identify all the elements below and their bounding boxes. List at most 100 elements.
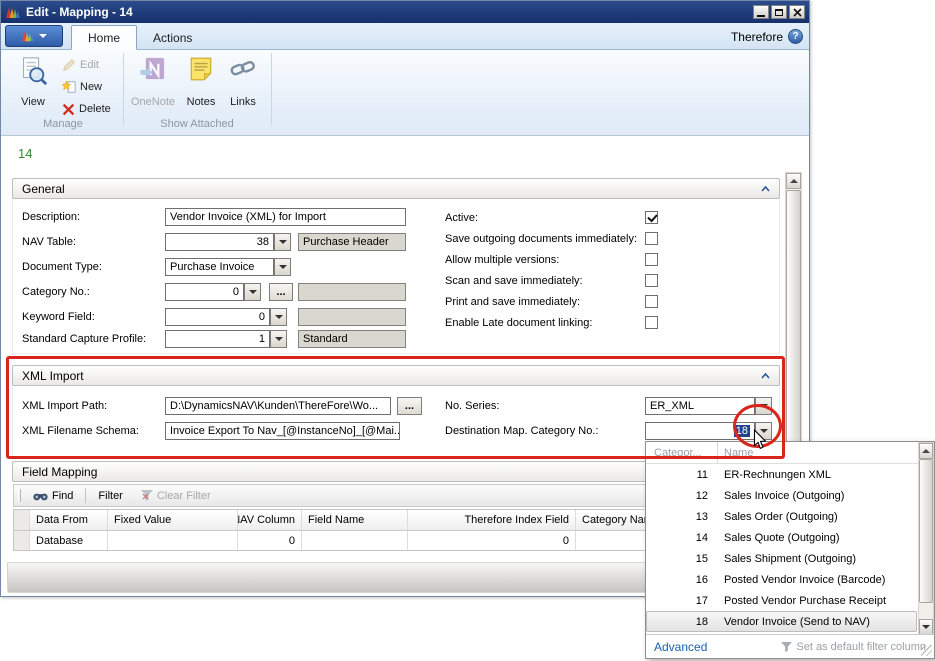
dropdown-cell-name: Sales Invoice (Outgoing) — [718, 490, 917, 502]
save-outgoing-checkbox[interactable] — [645, 232, 658, 245]
document-type-label: Document Type: — [22, 258, 102, 276]
late-linking-checkbox[interactable] — [645, 316, 658, 329]
scroll-up-button[interactable] — [919, 443, 933, 459]
category-no-input[interactable]: 0 — [165, 283, 244, 301]
keyword-field-display — [298, 308, 406, 326]
cell-fixed-value[interactable] — [108, 531, 238, 550]
category-no-display — [298, 283, 406, 301]
dropdown-row[interactable]: 13 Sales Order (Outgoing) — [646, 506, 917, 527]
filter-funnel-icon — [781, 642, 792, 652]
scan-save-checkbox[interactable] — [645, 274, 658, 287]
column-header-fixed-value[interactable]: Fixed Value — [108, 510, 238, 530]
collapse-chevron-icon[interactable] — [761, 186, 770, 192]
no-series-input[interactable]: ER_XML — [645, 397, 755, 415]
general-section-header[interactable]: General — [12, 178, 780, 199]
description-input[interactable]: Vendor Invoice (XML) for Import — [165, 208, 406, 226]
resize-grip[interactable] — [921, 645, 932, 656]
new-button[interactable]: New — [59, 78, 105, 96]
close-icon — [793, 8, 802, 17]
onenote-button-label: OneNote — [131, 96, 175, 108]
close-button[interactable] — [789, 5, 805, 19]
clear-filter-button[interactable]: Clear Filter — [135, 490, 217, 502]
dropdown-row[interactable]: 12 Sales Invoice (Outgoing) — [646, 485, 917, 506]
view-button-label: View — [21, 96, 45, 108]
scrollbar-thumb[interactable] — [919, 459, 933, 603]
help-icon[interactable]: ? — [788, 29, 803, 44]
advanced-link[interactable]: Advanced — [654, 640, 707, 654]
column-header-field-name[interactable]: Field Name — [302, 510, 408, 530]
delete-button[interactable]: Delete — [59, 100, 114, 118]
scan-save-label: Scan and save immediately: — [445, 272, 583, 290]
cell-nav-column[interactable]: 0 — [238, 531, 302, 550]
xml-import-path-browse-button[interactable]: ... — [397, 397, 422, 415]
tab-home[interactable]: Home — [71, 25, 137, 50]
onenote-button[interactable]: OneNote — [127, 54, 179, 110]
view-button[interactable]: View — [9, 54, 57, 110]
cell-field-name[interactable] — [302, 531, 408, 550]
document-type-input[interactable]: Purchase Invoice — [165, 258, 274, 276]
keyword-field-input[interactable]: 0 — [165, 308, 270, 326]
allow-versions-checkbox[interactable] — [645, 253, 658, 266]
scroll-down-button[interactable] — [919, 619, 933, 635]
dropdown-row[interactable]: 14 Sales Quote (Outgoing) — [646, 527, 917, 548]
cell-therefore-index-field[interactable]: 0 — [408, 531, 576, 550]
record-id: 14 — [18, 146, 32, 161]
dest-map-category-dropdown-button[interactable] — [755, 422, 772, 440]
cell-data-from[interactable]: Database — [30, 531, 108, 550]
print-save-checkbox[interactable] — [645, 295, 658, 308]
no-series-dropdown-button[interactable] — [755, 397, 772, 415]
dynamics-nav-logo-icon — [5, 4, 21, 20]
xml-import-section-title: XML Import — [22, 369, 84, 383]
column-header-therefore-index-field[interactable]: Therefore Index Field — [408, 510, 576, 530]
keyword-field-dropdown-button[interactable] — [270, 308, 287, 326]
xml-import-section-header[interactable]: XML Import — [12, 365, 780, 386]
xml-import-path-input[interactable]: D:\DynamicsNAV\Kunden\ThereFore\Wo... — [165, 397, 391, 415]
allow-versions-label: Allow multiple versions: — [445, 251, 559, 269]
new-button-label: New — [80, 81, 102, 93]
dropdown-arrow-icon — [249, 290, 257, 294]
dropdown-cell-category: 17 — [646, 595, 718, 607]
nav-table-dropdown-button[interactable] — [274, 233, 291, 251]
maximize-icon — [775, 9, 783, 16]
tab-actions[interactable]: Actions — [137, 26, 208, 49]
row-indicator — [14, 531, 30, 550]
dropdown-scrollbar[interactable] — [918, 442, 934, 634]
dropdown-row[interactable]: 11 ER-Rechnungen XML — [646, 464, 917, 485]
dropdown-row[interactable]: 17 Posted Vendor Purchase Receipt — [646, 590, 917, 611]
capture-profile-input[interactable]: 1 — [165, 330, 270, 348]
group-separator — [271, 53, 272, 125]
links-button[interactable]: Links — [222, 54, 264, 110]
nav-table-input[interactable]: 38 — [165, 233, 274, 251]
find-button[interactable]: Find — [27, 490, 79, 502]
dropdown-column-name[interactable]: Name — [718, 442, 934, 463]
dropdown-row-selected[interactable]: 18 Vendor Invoice (Send to NAV) — [646, 611, 917, 632]
dropdown-arrow-icon — [275, 315, 283, 319]
edit-button[interactable]: Edit — [59, 56, 102, 74]
set-default-filter-label[interactable]: Set as default filter column — [796, 641, 926, 653]
ribbon: View Edit New Delete Manage OneNote — [1, 50, 809, 136]
collapse-chevron-icon[interactable] — [761, 373, 770, 379]
application-menu-button[interactable] — [5, 25, 63, 47]
capture-profile-label: Standard Capture Profile: — [22, 330, 146, 348]
dropdown-row[interactable]: 16 Posted Vendor Invoice (Barcode) — [646, 569, 917, 590]
notes-button[interactable]: Notes — [181, 54, 221, 110]
minimize-button[interactable] — [753, 5, 769, 19]
row-indicator-header — [14, 510, 30, 530]
links-button-label: Links — [230, 96, 256, 108]
category-no-browse-button[interactable]: ... — [269, 283, 293, 301]
column-header-data-from[interactable]: Data From — [30, 510, 108, 530]
xml-filename-schema-input[interactable]: Invoice Export To Nav_[@InstanceNo]_[@Ma… — [165, 422, 400, 440]
brand-label: Therefore — [731, 30, 783, 44]
column-header-nav-column[interactable]: NAV Column — [238, 510, 302, 530]
title-bar: Edit - Mapping - 14 — [1, 1, 809, 23]
category-no-dropdown-button[interactable] — [244, 283, 261, 301]
capture-profile-dropdown-button[interactable] — [270, 330, 287, 348]
active-checkbox[interactable] — [645, 211, 658, 224]
filter-button[interactable]: Filter — [92, 490, 128, 502]
scroll-up-button[interactable] — [786, 173, 801, 189]
dest-map-category-input[interactable]: 18 — [645, 422, 755, 440]
maximize-button[interactable] — [771, 5, 787, 19]
dropdown-row[interactable]: 15 Sales Shipment (Outgoing) — [646, 548, 917, 569]
dropdown-column-category[interactable]: Categor... — [646, 442, 718, 463]
document-type-dropdown-button[interactable] — [274, 258, 291, 276]
